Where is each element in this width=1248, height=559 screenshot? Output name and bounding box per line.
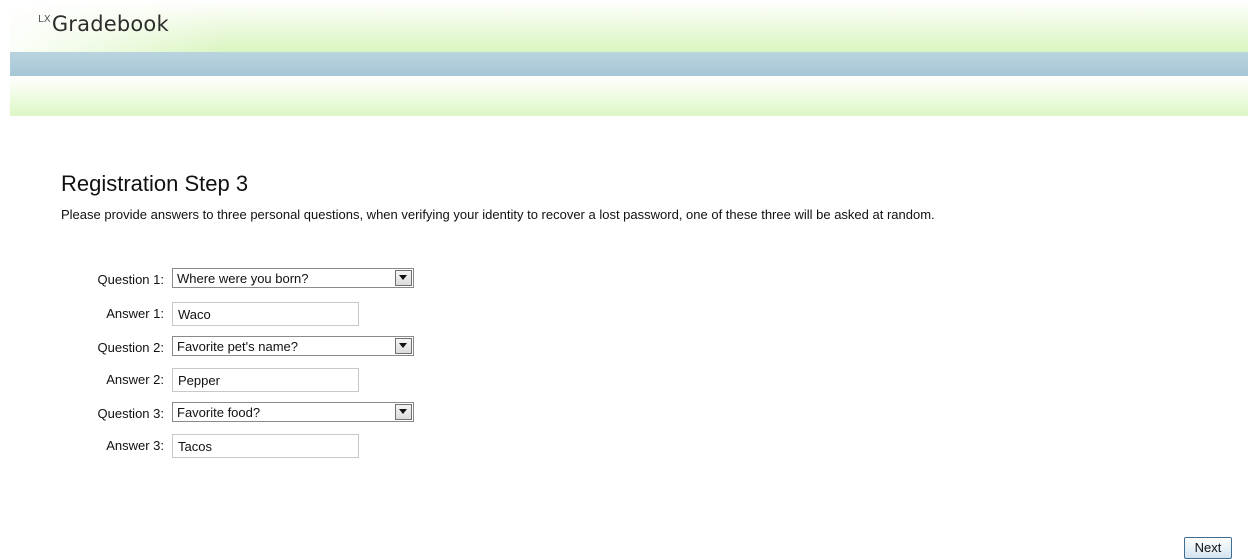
- answer-2-label: Answer 2:: [106, 372, 164, 387]
- instructions-text: Please provide answers to three personal…: [61, 207, 935, 222]
- question-2-label: Question 2:: [97, 340, 165, 355]
- question-3-label: Question 3:: [97, 406, 165, 421]
- answer-2-input[interactable]: Pepper: [172, 368, 359, 392]
- answer-3-value: Tacos: [178, 439, 212, 454]
- dropdown-arrow-icon[interactable]: [395, 404, 412, 420]
- question-2-selected-value: Favorite pet's name?: [177, 339, 298, 354]
- answer-3-input[interactable]: Tacos: [172, 434, 359, 458]
- answer-1-value: Waco: [178, 307, 211, 322]
- logo-prefix: LX: [38, 14, 51, 25]
- answer-3-label: Answer 3:: [106, 438, 164, 453]
- header-nav-band: [10, 52, 1248, 76]
- app-header: LXGradebook: [10, 0, 1248, 116]
- header-bottom-bar: [10, 76, 1248, 116]
- answer-2-value: Pepper: [178, 373, 220, 388]
- page-title: Registration Step 3: [61, 171, 249, 196]
- question-3-select[interactable]: Favorite food?: [172, 402, 414, 422]
- answer-1-label: Answer 1:: [106, 306, 164, 321]
- question-1-select[interactable]: Where were you born?: [172, 268, 414, 288]
- question-3-selected-value: Favorite food?: [177, 405, 261, 420]
- answer-1-input[interactable]: Waco: [172, 302, 359, 326]
- question-1-selected-value: Where were you born?: [177, 271, 309, 286]
- question-2-select[interactable]: Favorite pet's name?: [172, 336, 414, 356]
- dropdown-arrow-icon[interactable]: [395, 270, 412, 286]
- logo-text: Gradebook: [51, 12, 169, 36]
- app-logo[interactable]: LXGradebook: [38, 12, 169, 36]
- dropdown-arrow-icon[interactable]: [395, 338, 412, 354]
- question-1-label: Question 1:: [97, 272, 165, 287]
